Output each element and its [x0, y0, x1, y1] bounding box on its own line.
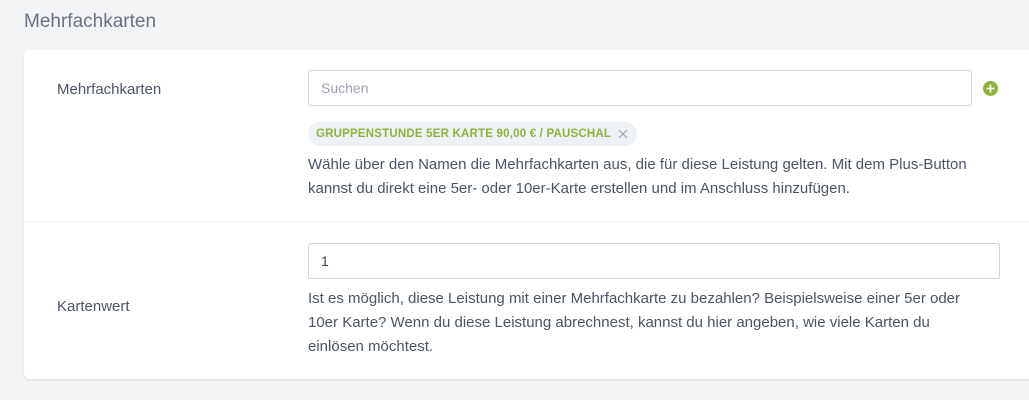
mehrfachkarten-row: Mehrfachkarten GRUPPENSTUNDE 5ER KARTE 9…: [24, 50, 1029, 222]
section-title: Mehrfachkarten: [24, 11, 157, 32]
mehrfachkarten-help-text: Wähle über den Namen die Mehrfachkarten …: [308, 156, 967, 197]
kartenwert-label: Kartenwert: [57, 298, 130, 315]
selected-tag-label: GRUPPENSTUNDE 5ER KARTE 90,00 € / PAUSCH…: [316, 128, 612, 140]
plus-circle-icon[interactable]: [983, 81, 998, 96]
mehrfachkarten-label: Mehrfachkarten: [57, 81, 162, 98]
close-icon[interactable]: [617, 128, 629, 140]
kartenwert-input[interactable]: [308, 243, 1000, 279]
settings-card: Mehrfachkarten GRUPPENSTUNDE 5ER KARTE 9…: [24, 50, 1029, 379]
kartenwert-help-text: Ist es möglich, diese Leistung mit einer…: [308, 290, 961, 355]
kartenwert-row: Kartenwert Ist es möglich, diese Leistun…: [24, 222, 1029, 379]
selected-tag: GRUPPENSTUNDE 5ER KARTE 90,00 € / PAUSCH…: [308, 122, 638, 146]
mehrfachkarten-search-input[interactable]: [308, 70, 972, 106]
